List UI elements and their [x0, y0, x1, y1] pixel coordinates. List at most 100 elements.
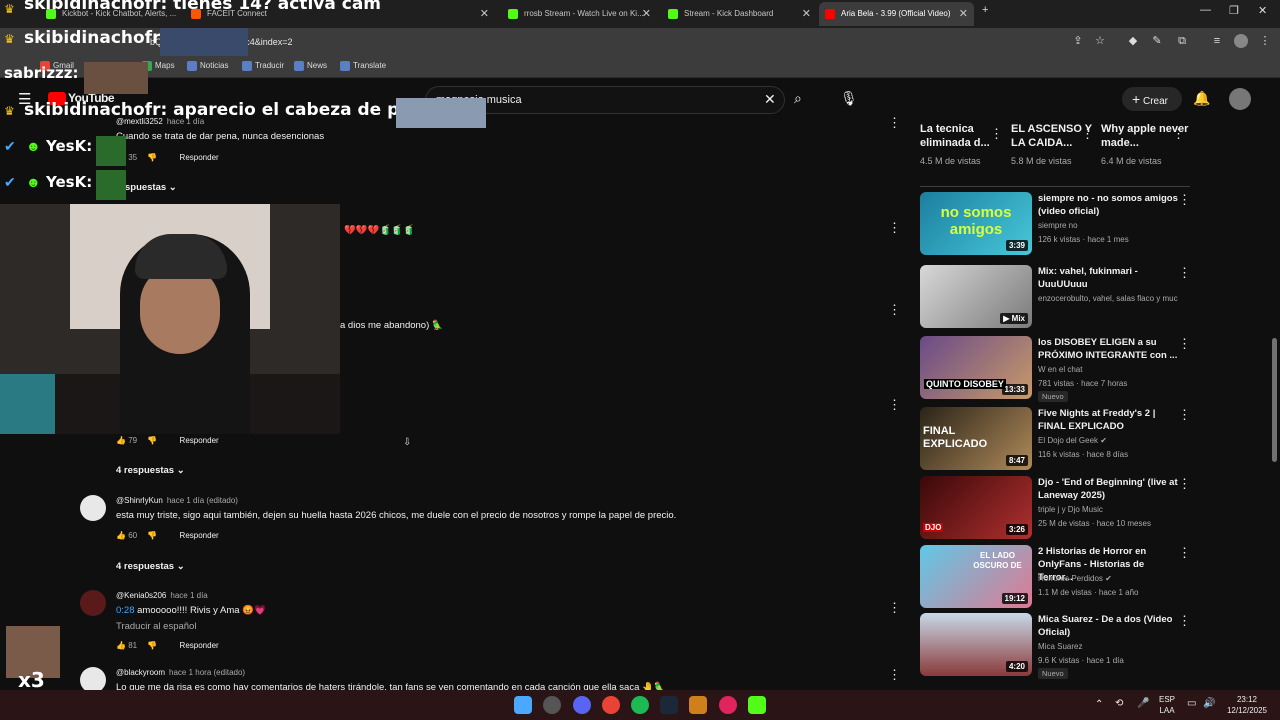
extension-icon[interactable]: ◆	[1126, 34, 1140, 48]
tab-search-icon[interactable]: ≡	[1210, 34, 1224, 48]
comment-menu-icon[interactable]: ⋮	[888, 397, 900, 413]
recommended-video[interactable]: QUINTO DISOBEY 13:33 los DISOBEY ELIGEN …	[920, 336, 1191, 402]
comment-author[interactable]: @Kenia0s206 hace 1 día	[116, 591, 208, 600]
game-launcher-icon[interactable]	[689, 696, 707, 714]
comment-menu-icon[interactable]: ⋮	[888, 220, 900, 236]
reply-button[interactable]: Responder	[180, 641, 219, 650]
spotify-icon[interactable]	[631, 696, 649, 714]
volume-icon[interactable]: 🔊	[1203, 698, 1215, 709]
comment-author[interactable]: @blackyroom hace 1 hora (editado)	[116, 668, 245, 677]
recommended-video[interactable]: ▶ Mix Mix: vahel, fukinmari - UuuUUuuu e…	[920, 265, 1191, 329]
video-thumbnail[interactable]: QUINTO DISOBEY 13:33	[920, 336, 1032, 399]
tab-rrosb[interactable]: rrosb Stream - Watch Live on Ki... ✕	[502, 2, 657, 26]
avatar[interactable]	[80, 495, 106, 521]
card-menu-icon[interactable]: ⋮	[990, 126, 1003, 142]
video-menu-icon[interactable]: ⋮	[1178, 336, 1191, 352]
video-timestamp-link[interactable]: 0:28	[116, 605, 135, 616]
translate-link[interactable]: Traducir al español	[116, 621, 196, 632]
video-thumbnail[interactable]: DJO 3:26	[920, 476, 1032, 539]
profile-avatar[interactable]	[1234, 34, 1248, 48]
create-button[interactable]: + Crear	[1122, 87, 1182, 111]
webcam-feed	[0, 204, 340, 434]
close-tab-icon[interactable]: ✕	[480, 2, 489, 26]
dislike-icon[interactable]: 👎	[147, 641, 157, 650]
page-scrollbar[interactable]	[1272, 338, 1277, 462]
puzzle-icon[interactable]: ⧉	[1175, 34, 1189, 48]
bookmark-news[interactable]: News	[294, 61, 327, 71]
video-thumbnail[interactable]: no somos amigos 3:39	[920, 192, 1032, 255]
comment-menu-icon[interactable]: ⋮	[888, 667, 900, 683]
video-thumbnail[interactable]: ▶ Mix	[920, 265, 1032, 328]
video-menu-icon[interactable]: ⋮	[1178, 265, 1191, 281]
avatar[interactable]	[80, 590, 106, 616]
reply-button[interactable]: Responder	[180, 436, 219, 445]
video-menu-icon[interactable]: ⋮	[1178, 545, 1191, 561]
video-menu-icon[interactable]: ⋮	[1178, 407, 1191, 423]
comment-menu-icon[interactable]: ⋮	[888, 115, 900, 131]
chrome-icon[interactable]	[602, 696, 620, 714]
account-avatar[interactable]	[1229, 88, 1251, 110]
replies-toggle[interactable]: 4 respuestas ⌄	[116, 561, 185, 572]
comment-author[interactable]: @ShinrlyKun hace 1 día (editado)	[116, 496, 238, 505]
close-window-icon[interactable]: ✕	[1258, 4, 1267, 17]
close-tab-icon[interactable]: ✕	[642, 2, 651, 26]
install-app-icon[interactable]: ⇪	[1071, 34, 1085, 48]
recommended-video[interactable]: FINAL EXPLICADO 8:47 Five Nights at Fred…	[920, 407, 1191, 471]
replies-toggle[interactable]: 4 respuestas ⌄	[116, 465, 185, 476]
translate-extension-icon[interactable]: ✎	[1150, 34, 1164, 48]
avatar[interactable]	[80, 667, 106, 690]
video-menu-icon[interactable]: ⋮	[1178, 613, 1191, 629]
video-thumbnail[interactable]: FINAL EXPLICADO 8:47	[920, 407, 1032, 470]
browser-app-icon[interactable]	[719, 696, 737, 714]
url-field[interactable]: bQ&list=RDo-SS8bRyGc4&index=2	[150, 32, 1050, 52]
tray-overflow-icon[interactable]: ⌃	[1095, 699, 1103, 710]
recommended-video[interactable]: DJO 3:26 Djo - 'End of Beginning' (live …	[920, 476, 1191, 540]
dislike-icon[interactable]: 👎	[147, 436, 157, 445]
card-menu-icon[interactable]: ⋮	[1172, 126, 1185, 142]
play-icon: ▶	[1003, 314, 1012, 323]
language-indicator[interactable]: ESP LAA	[1159, 694, 1175, 716]
video-menu-icon[interactable]: ⋮	[1178, 192, 1191, 208]
menu-icon[interactable]: ⋮	[1258, 34, 1272, 48]
restore-icon[interactable]: ❐	[1229, 4, 1239, 17]
tab-aria-bela[interactable]: Aria Bela - 3.99 (Official Video) ✕	[819, 2, 974, 26]
dislike-icon[interactable]: 👎	[147, 153, 157, 162]
bookmark-star-icon[interactable]: ☆	[1093, 34, 1107, 48]
clear-search-icon[interactable]: ✕	[764, 91, 776, 108]
card-menu-icon[interactable]: ⋮	[1081, 126, 1094, 142]
like-icon[interactable]: 👍	[116, 436, 126, 445]
close-tab-icon[interactable]: ✕	[802, 2, 811, 26]
recommended-video[interactable]: 4:20 Mica Suarez - De a dos (Video Ofici…	[920, 613, 1191, 679]
video-thumbnail[interactable]: EL LADO OSCURO DE 19:12	[920, 545, 1032, 608]
reply-button[interactable]: Responder	[180, 531, 219, 540]
reply-button[interactable]: Responder	[180, 153, 219, 162]
recommended-video[interactable]: no somos amigos 3:39 siempre no - no som…	[920, 192, 1191, 256]
bookmark-traducir[interactable]: Traducir	[242, 61, 284, 71]
new-tab-icon[interactable]: +	[982, 4, 988, 16]
microphone-icon[interactable]: 🎙	[840, 90, 858, 107]
microphone-tray-icon[interactable]: 🎤	[1137, 698, 1149, 709]
comment-menu-icon[interactable]: ⋮	[888, 302, 900, 318]
bookmark-noticias[interactable]: Noticias	[187, 61, 228, 71]
notifications-bell-icon[interactable]: 🔔	[1193, 90, 1210, 107]
tab-kick-dashboard[interactable]: Stream - Kick Dashboard ✕	[662, 2, 817, 26]
bookmark-translate[interactable]: Translate	[340, 61, 386, 71]
start-icon[interactable]	[514, 696, 532, 714]
kick-app-icon[interactable]	[748, 696, 766, 714]
recommended-video[interactable]: EL LADO OSCURO DE 19:12 2 Historias de H…	[920, 545, 1191, 609]
network-icon[interactable]: ▭	[1187, 698, 1196, 709]
search-icon[interactable]: ⌕	[794, 90, 802, 107]
video-thumbnail[interactable]: 4:20	[920, 613, 1032, 676]
tray-app-icon[interactable]: ⟲	[1115, 698, 1123, 709]
video-menu-icon[interactable]: ⋮	[1178, 476, 1191, 492]
clock[interactable]: 23:12 12/12/2025	[1222, 694, 1272, 716]
like-icon[interactable]: 👍	[116, 531, 126, 540]
discord-icon[interactable]	[573, 696, 591, 714]
comment-menu-icon[interactable]: ⋮	[888, 600, 900, 616]
steam-icon[interactable]	[660, 696, 678, 714]
close-tab-icon[interactable]: ✕	[959, 2, 968, 26]
dislike-icon[interactable]: 👎	[147, 531, 157, 540]
obs-icon[interactable]	[543, 696, 561, 714]
like-icon[interactable]: 👍	[116, 641, 126, 650]
minimize-icon[interactable]: —	[1200, 4, 1211, 16]
